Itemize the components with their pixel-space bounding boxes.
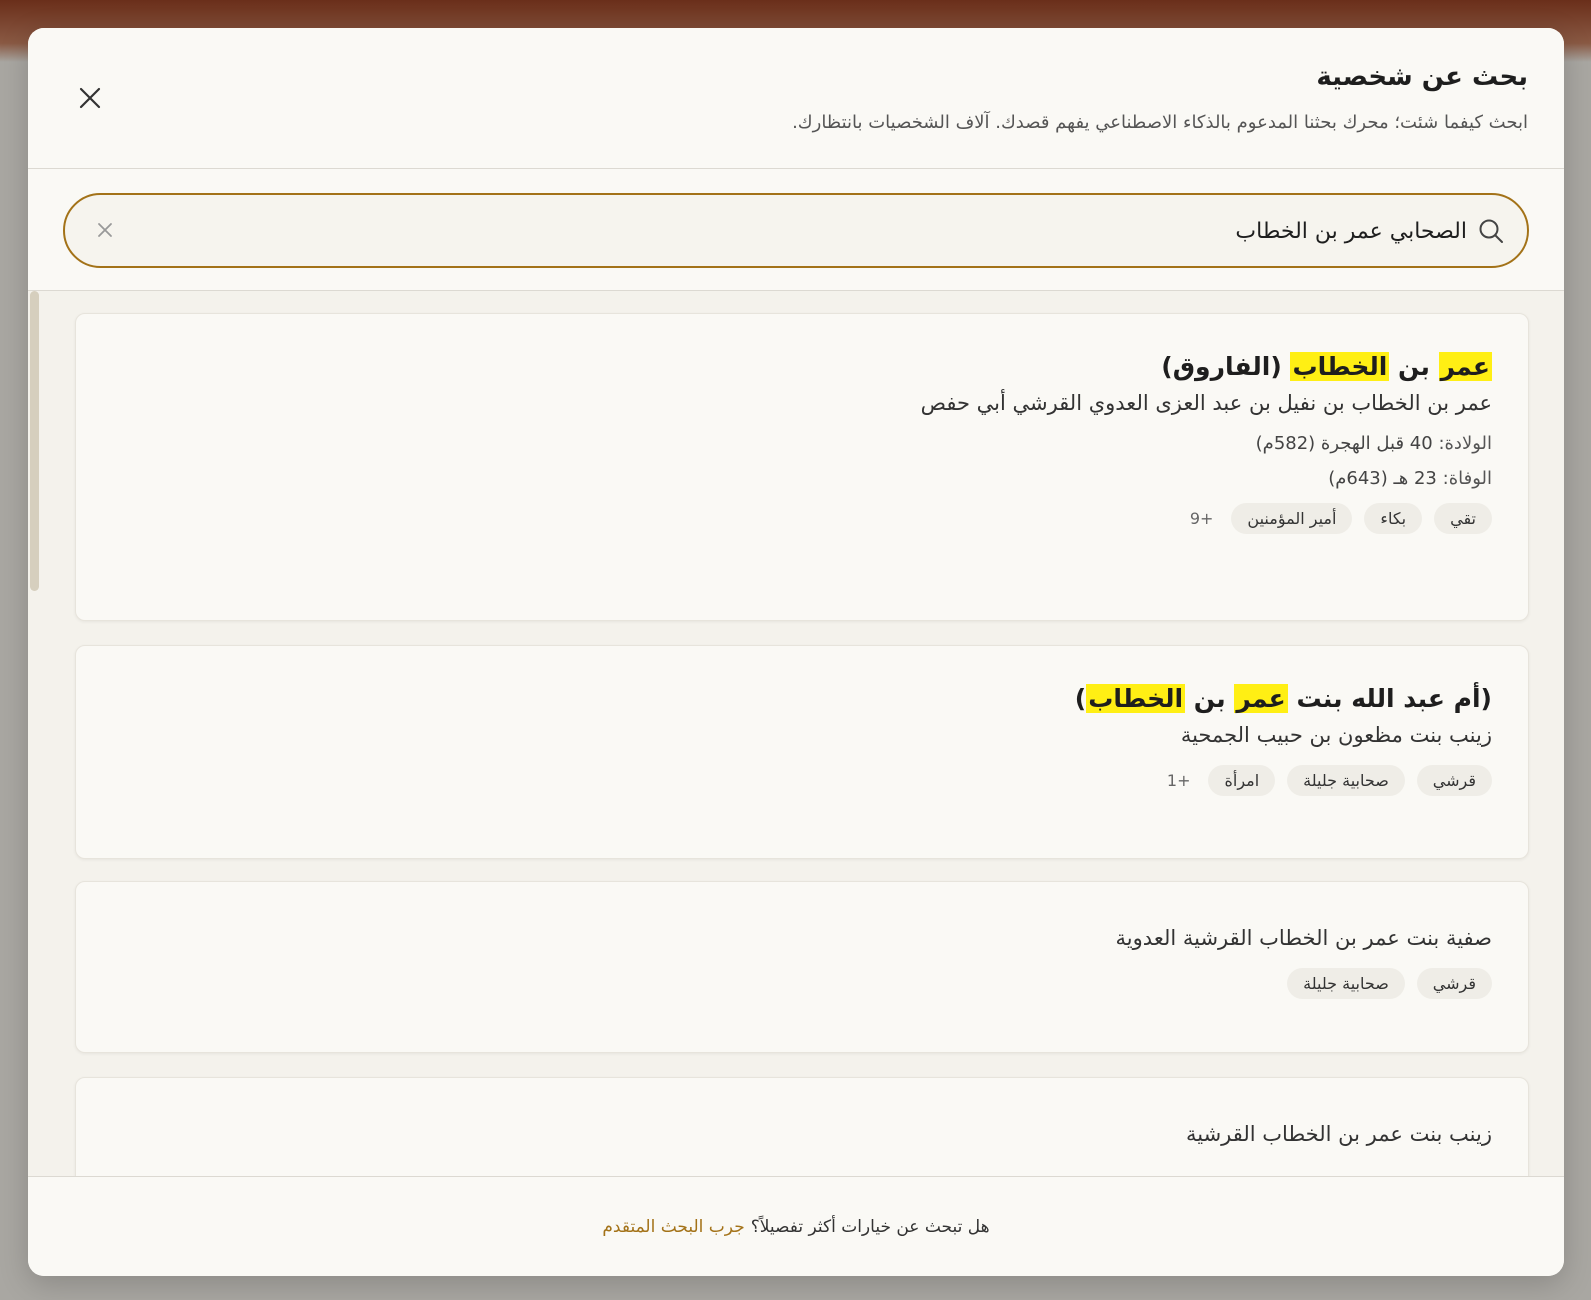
title-text: (أم عبد الله بنت (1287, 684, 1492, 713)
result-full-name: عمر بن الخطاب بن نفيل بن عبد العزى العدو… (920, 391, 1492, 415)
result-card[interactable]: عمر بن الخطاب (الفاروق) عمر بن الخطاب بن… (75, 313, 1529, 621)
search-person-modal: بحث عن شخصية ابحث كيفما شئت؛ محرك بحثنا … (28, 28, 1564, 1276)
results-scrollbar[interactable] (28, 291, 40, 1176)
tag[interactable]: صحابية جليلة (1287, 968, 1405, 999)
search-icon (1477, 217, 1505, 245)
birth-value: 40 قبل الهجرة (582م) (1255, 433, 1433, 454)
result-card[interactable]: (أم عبد الله بنت عمر بن الخطاب) زينب بنت… (75, 645, 1529, 859)
modal-header: بحث عن شخصية ابحث كيفما شئت؛ محرك بحثنا … (28, 28, 1564, 169)
results-list: عمر بن الخطاب (الفاروق) عمر بن الخطاب بن… (28, 291, 1564, 1176)
search-section (28, 169, 1564, 291)
title-highlight: الخطاب (1086, 684, 1186, 713)
tag[interactable]: صحابية جليلة (1287, 765, 1405, 796)
result-full-name: زينب بنت عمر بن الخطاب القرشية (1185, 1122, 1492, 1146)
search-box[interactable] (63, 193, 1529, 268)
death-info: الوفاة: 23 هـ (643م) (112, 468, 1492, 489)
result-full-name: زينب بنت مظعون بن حبيب الجمحية (1180, 723, 1492, 747)
result-full-name: صفية بنت عمر بن الخطاب القرشية العدوية (1115, 926, 1492, 950)
scrollbar-thumb[interactable] (30, 291, 39, 591)
tag[interactable]: قرشي (1416, 968, 1492, 999)
search-input[interactable] (145, 211, 1467, 251)
tag[interactable]: تقي (1434, 503, 1492, 534)
birth-label: الولادة: (1438, 433, 1492, 454)
title-highlight: عمر (1234, 684, 1288, 713)
modal-title: بحث عن شخصية (1316, 62, 1528, 92)
tag[interactable]: أمير المؤمنين (1231, 503, 1353, 534)
advanced-search-link[interactable]: جرب البحث المتقدم (602, 1217, 744, 1237)
tag[interactable]: بكاء (1364, 503, 1423, 534)
tag[interactable]: امرأة (1208, 765, 1276, 796)
result-card[interactable]: صفية بنت عمر بن الخطاب القرشية العدوية ق… (75, 881, 1529, 1053)
clear-search-icon[interactable] (95, 220, 115, 240)
result-title: (أم عبد الله بنت عمر بن الخطاب) (112, 684, 1492, 713)
modal-subtitle: ابحث كيفما شئت؛ محرك بحثنا المدعوم بالذك… (792, 112, 1528, 133)
tag[interactable]: قرشي (1416, 765, 1492, 796)
result-card[interactable]: زينب بنت عمر بن الخطاب القرشية (75, 1077, 1529, 1176)
result-title: عمر بن الخطاب (الفاروق) (112, 352, 1492, 381)
title-highlight: الخطاب (1290, 352, 1390, 381)
more-tags-count[interactable]: +9 (1184, 509, 1220, 528)
title-text: بن (1389, 352, 1439, 381)
tag-list: قرشي صحابية جليلة (112, 968, 1492, 999)
title-highlight: عمر (1438, 352, 1492, 381)
title-text: بن (1185, 684, 1235, 713)
close-icon[interactable] (74, 82, 106, 114)
death-value: 23 هـ (643م) (1328, 468, 1437, 489)
title-text: ) (1074, 684, 1087, 713)
more-tags-count[interactable]: +1 (1161, 771, 1197, 790)
title-text: (الفاروق) (1161, 352, 1291, 381)
tag-list: تقي بكاء أمير المؤمنين +9 (112, 503, 1492, 534)
modal-footer: هل تبحث عن خيارات أكثر تفصيلاً؟ جرب البح… (28, 1176, 1564, 1276)
birth-info: الولادة: 40 قبل الهجرة (582م) (112, 433, 1492, 454)
tag-list: قرشي صحابية جليلة امرأة +1 (112, 765, 1492, 796)
death-label: الوفاة: (1442, 468, 1492, 489)
footer-question: هل تبحث عن خيارات أكثر تفصيلاً؟ (750, 1216, 990, 1237)
